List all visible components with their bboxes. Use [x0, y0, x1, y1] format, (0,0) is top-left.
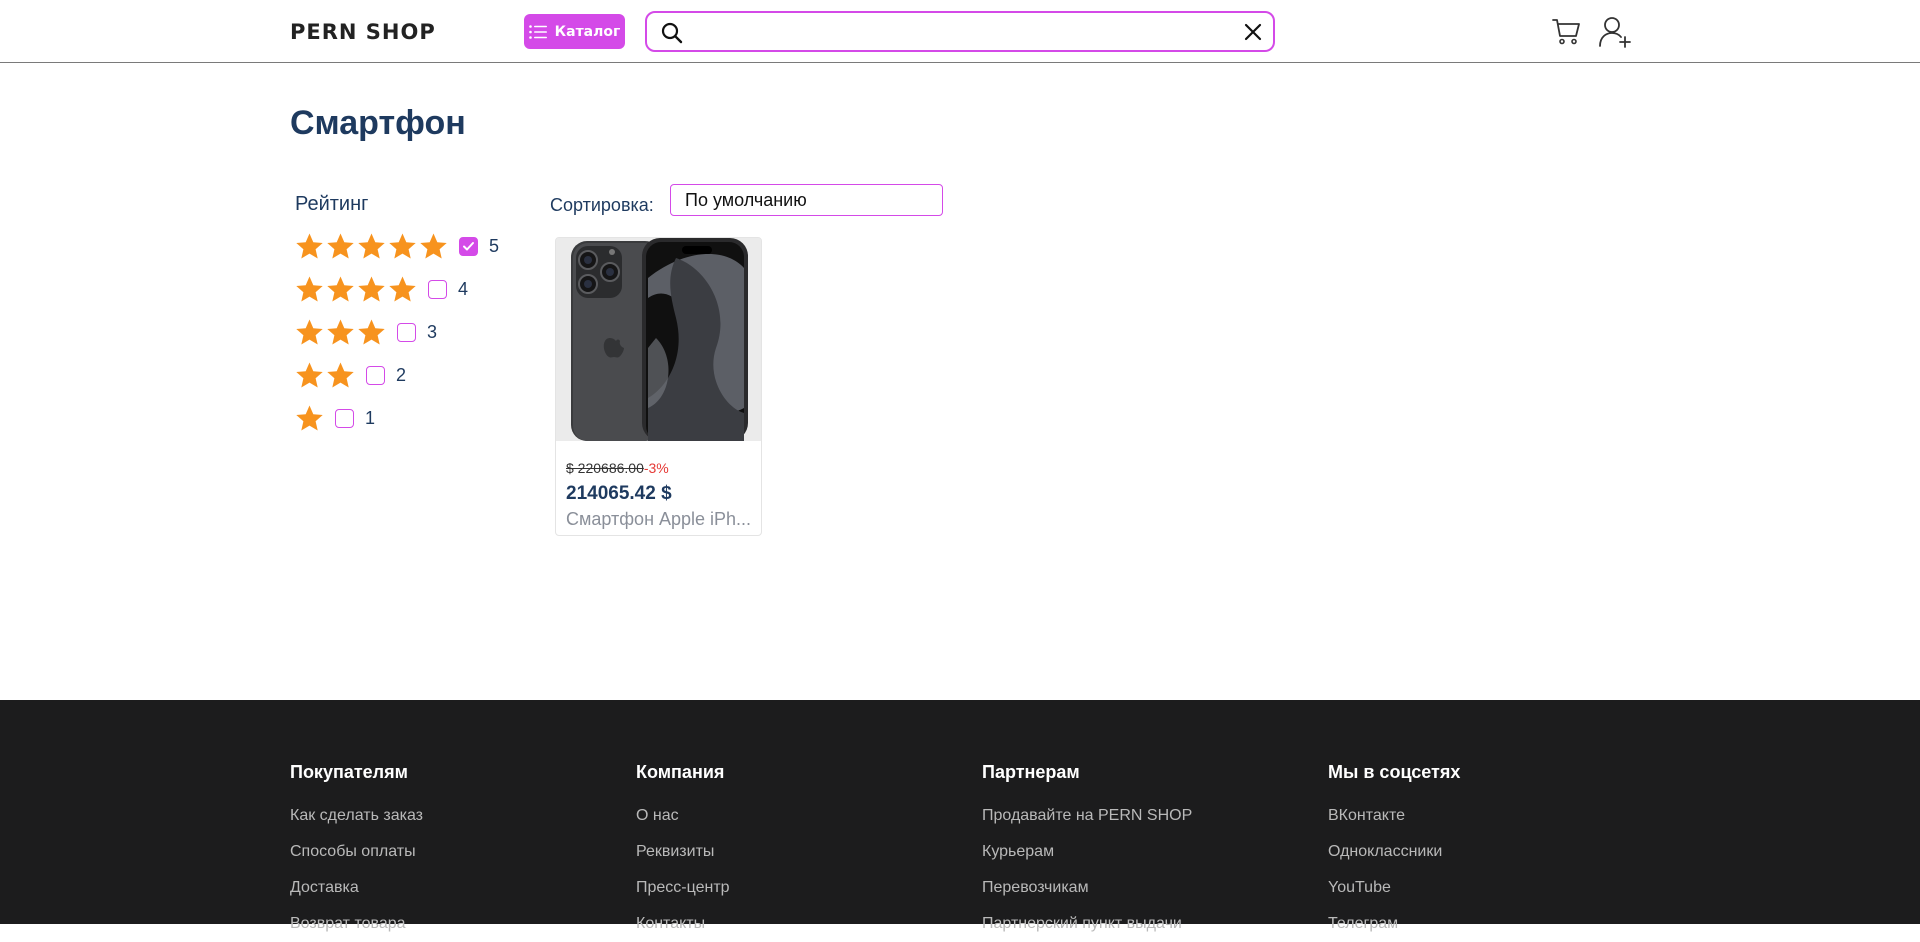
footer-links: Продавайте на PERN SHOP Курьерам Перевозчи…	[982, 798, 1192, 942]
product-name[interactable]: Смартфон Apple iPh...	[566, 509, 756, 530]
rating-row-3[interactable]: 3	[295, 316, 437, 348]
product-image	[556, 238, 761, 441]
star-icon	[420, 233, 447, 258]
footer-links: ВКонтакте Одноклассники YouTube Телеграм	[1328, 798, 1460, 942]
footer-link[interactable]: Пресс-центр	[636, 870, 730, 906]
check-icon	[463, 241, 474, 250]
product-price: 214065.42 $	[566, 483, 672, 504]
footer-link[interactable]: Доставка	[290, 870, 423, 906]
footer-column-title: Компания	[636, 762, 725, 782]
star-icon	[358, 276, 385, 301]
close-icon[interactable]	[1243, 22, 1263, 42]
user-add-icon[interactable]	[1598, 15, 1632, 49]
footer-links: О нас Реквизиты Пресс-центр Контакты	[636, 798, 730, 942]
search-input[interactable]	[693, 18, 1223, 45]
footer-link[interactable]: Перевозчикам	[982, 870, 1192, 906]
footer-link[interactable]: Возврат товара	[290, 906, 423, 942]
rating-row-4[interactable]: 4	[295, 273, 468, 305]
star-icon	[389, 233, 416, 258]
star-icon	[327, 276, 354, 301]
footer-column: Компания О нас Реквизиты Пресс-центр Контакт…	[636, 762, 730, 942]
rating-value: 5	[489, 235, 500, 256]
rating-checkbox[interactable]	[366, 365, 385, 385]
rating-checkbox[interactable]	[335, 408, 354, 428]
sort-select-value: По умолчанию	[685, 189, 807, 210]
footer-column: Покупателям Как сделать заказ Способы опла…	[290, 762, 423, 942]
star-icon	[389, 276, 416, 301]
footer-link[interactable]: Партнерский пункт выдачи	[982, 906, 1192, 942]
product-card[interactable]: $ 220686.00-3% 214065.42 $ Смартфон Appl…	[555, 237, 762, 536]
rating-stars	[295, 232, 448, 261]
footer-column-title: Покупателям	[290, 762, 408, 782]
footer-link[interactable]: Реквизиты	[636, 834, 730, 870]
footer-link[interactable]: Как сделать заказ	[290, 798, 423, 834]
footer-column-title: Партнерам	[982, 762, 1080, 782]
cart-icon[interactable]	[1551, 16, 1581, 46]
old-price-value: $ 220686.00	[566, 460, 644, 476]
star-icon	[327, 233, 354, 258]
rating-value: 4	[458, 278, 469, 299]
rating-stars	[295, 318, 386, 347]
star-icon	[296, 276, 323, 301]
footer-column: Мы в соцсетях ВКонтакте Одноклассники YouTu…	[1328, 762, 1460, 942]
star-icon	[327, 362, 354, 387]
rating-value: 2	[396, 364, 407, 385]
footer-link[interactable]: Способы оплаты	[290, 834, 423, 870]
rating-value: 1	[365, 407, 376, 428]
footer-link[interactable]: Продавайте на PERN SHOP	[982, 798, 1192, 834]
footer-link[interactable]: Контакты	[636, 906, 730, 942]
smartphone-image	[556, 238, 761, 441]
rating-checkbox[interactable]	[428, 279, 447, 299]
sort-select[interactable]: По умолчанию	[670, 184, 943, 216]
menu-list-icon	[528, 24, 547, 39]
footer-link[interactable]: Курьерам	[982, 834, 1192, 870]
logo[interactable]: PERN SHOP	[290, 20, 436, 44]
star-icon	[327, 319, 354, 344]
footer-column-title: Мы в соцсетях	[1328, 762, 1461, 782]
catalog-button[interactable]: Каталог	[524, 14, 625, 49]
rating-value: 3	[427, 321, 438, 342]
footer	[0, 700, 1920, 924]
footer-column: Партнерам Продавайте на PERN SHOP Курьерам…	[982, 762, 1192, 942]
search-box	[645, 11, 1275, 52]
footer-link[interactable]: Телеграм	[1328, 906, 1460, 942]
rating-row-1[interactable]: 1	[295, 402, 375, 434]
star-icon	[358, 319, 385, 344]
star-icon	[296, 405, 323, 430]
star-icon	[358, 233, 385, 258]
page-title: Смартфон	[290, 104, 466, 142]
rating-stars	[295, 361, 355, 390]
old-price: $ 220686.00-3%	[566, 460, 669, 476]
search-icon	[661, 22, 683, 44]
rating-filter-title: Рейтинг	[295, 193, 369, 215]
rating-stars	[295, 275, 417, 304]
footer-links: Как сделать заказ Способы оплаты Доставка В…	[290, 798, 423, 942]
rating-row-5[interactable]: 5	[295, 230, 499, 262]
star-icon	[296, 319, 323, 344]
footer-link[interactable]: ВКонтакте	[1328, 798, 1460, 834]
rating-stars	[295, 404, 324, 433]
rating-checkbox[interactable]	[459, 236, 478, 256]
footer-link[interactable]: YouTube	[1328, 870, 1460, 906]
footer-link[interactable]: Одноклассники	[1328, 834, 1460, 870]
star-icon	[296, 362, 323, 387]
rating-checkbox[interactable]	[397, 322, 416, 342]
sort-label: Сортировка:	[550, 195, 654, 215]
catalog-button-label: Каталог	[554, 23, 621, 40]
star-icon	[296, 233, 323, 258]
rating-row-2[interactable]: 2	[295, 359, 406, 391]
discount-badge: -3%	[643, 460, 669, 476]
footer-link[interactable]: О нас	[636, 798, 730, 834]
header: PERN SHOP Каталог	[0, 0, 1920, 63]
